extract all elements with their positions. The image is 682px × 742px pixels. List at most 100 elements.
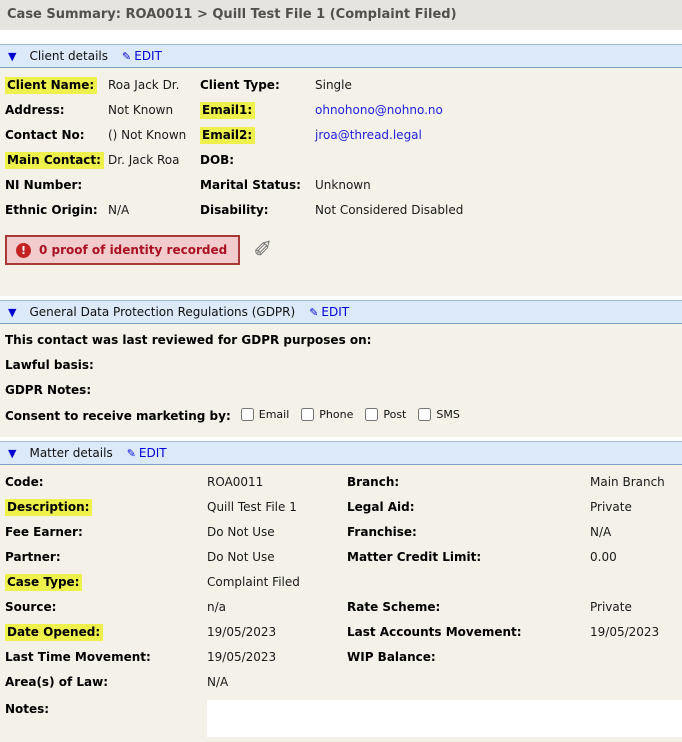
email-link[interactable]: jroa@thread.legal	[315, 128, 422, 142]
field-value: 19/05/2023	[207, 649, 277, 664]
detail-row: Main Contact: Dr. Jack Roa DOB:	[5, 147, 682, 172]
field-label: Matter Credit Limit:	[347, 549, 482, 564]
field-label: Code:	[5, 474, 44, 489]
client-details-section: ▼ Client details ✎ EDIT Client Name: Roa …	[0, 44, 682, 296]
detail-row: Fee Earner: Do Not Use Franchise: N/A	[5, 519, 682, 544]
detail-row: Date Opened: 19/05/2023 Last Accounts Move…	[5, 619, 682, 644]
client-edit-link[interactable]: ✎ EDIT	[122, 49, 162, 63]
matter-details-body: Code: ROA0011 Branch: Main Branch Descriptio…	[0, 465, 682, 742]
field-value: N/A	[207, 674, 229, 689]
edit-pencil-icon: ✎	[309, 305, 319, 319]
edit-label: EDIT	[134, 49, 162, 63]
field-label: WIP Balance:	[347, 649, 436, 664]
consent-option-post: Post	[365, 407, 407, 421]
gdpr-edit-link[interactable]: ✎ EDIT	[309, 305, 349, 319]
consent-checkbox-post[interactable]	[365, 407, 379, 421]
page-title-text: Case Summary: ROA0011 > Quill Test File …	[7, 7, 457, 22]
identity-edit-pencil-icon[interactable]: ✐	[253, 238, 272, 262]
detail-row: Contact No: () Not Known Email2: jroa@threa…	[5, 122, 682, 147]
collapse-triangle-icon[interactable]: ▼	[8, 448, 16, 459]
field-value: 19/05/2023	[590, 624, 660, 639]
identity-warning-badge[interactable]: ! 0 proof of identity recorded	[5, 235, 241, 265]
consent-option-label: Post	[383, 407, 407, 421]
detail-row: Partner: Do Not Use Matter Credit Limit: 0.…	[5, 544, 682, 569]
section-title: Client details	[29, 49, 109, 63]
case-summary-page: Case Summary: ROA0011 > Quill Test File …	[0, 0, 682, 742]
field-label: Client Name:	[5, 76, 108, 94]
detail-row: Address: Not Known Email1: ohnohono@nohno.n…	[5, 97, 682, 122]
field-label: Contact No:	[5, 127, 85, 142]
field-label: Main Contact:	[5, 151, 108, 169]
field-label: Email2:	[200, 126, 315, 144]
consent-label: Consent to receive marketing by:	[5, 408, 231, 423]
field-value: N/A	[590, 524, 612, 539]
highlighted-label: Main Contact:	[5, 151, 104, 169]
field-label: Franchise:	[347, 524, 417, 539]
detail-row: Ethnic Origin: N/A Disability: Not Consider…	[5, 197, 682, 222]
field-label: Marital Status:	[200, 177, 301, 192]
field-label: Ethnic Origin:	[5, 202, 98, 217]
spacer	[0, 30, 682, 44]
edit-pencil-icon: ✎	[126, 446, 136, 460]
email-link[interactable]: ohnohono@nohno.no	[315, 103, 443, 117]
field-value: ohnohono@nohno.no	[315, 103, 682, 117]
section-title: Matter details	[29, 446, 113, 460]
detail-row: Area(s) of Law: N/A	[5, 669, 682, 694]
gdpr-lawful-basis-label: Lawful basis:	[5, 358, 94, 372]
field-value: Private	[590, 599, 632, 614]
field-value: Quill Test File 1	[207, 499, 297, 514]
detail-row: Description: Quill Test File 1 Legal Aid: P…	[5, 494, 682, 519]
page-title: Case Summary: ROA0011 > Quill Test File …	[0, 0, 682, 30]
highlighted-label: Client Name:	[5, 76, 98, 94]
field-label: Address:	[5, 102, 65, 117]
field-label: DOB:	[200, 152, 235, 167]
field-value: Single	[315, 77, 352, 92]
section-title: General Data Protection Regulations (GDP…	[29, 305, 296, 319]
field-value: Do Not Use	[207, 524, 275, 539]
consent-options: Email Phone Post SMS	[231, 407, 460, 424]
field-value: jroa@thread.legal	[315, 128, 682, 142]
matter-details-grid: Code: ROA0011 Branch: Main Branch Descriptio…	[5, 469, 682, 694]
highlighted-label: Date Opened:	[5, 623, 104, 641]
detail-row: Code: ROA0011 Branch: Main Branch	[5, 469, 682, 494]
client-details-grid: Client Name: Roa Jack Dr. Client Type: Sing…	[5, 72, 682, 222]
detail-row: Last Time Movement: 19/05/2023 WIP Balance…	[5, 644, 682, 669]
client-details-body: Client Name: Roa Jack Dr. Client Type: Sing…	[0, 68, 682, 296]
collapse-triangle-icon[interactable]: ▼	[8, 51, 16, 62]
notes-label: Notes:	[5, 702, 50, 716]
identity-warning-row: ! 0 proof of identity recorded ✐	[5, 235, 682, 265]
notes-field	[207, 700, 682, 737]
edit-label: EDIT	[138, 446, 167, 460]
highlighted-label: Email1:	[200, 101, 256, 119]
consent-checkbox-phone[interactable]	[301, 407, 315, 421]
detail-row: NI Number: Marital Status: Unknown	[5, 172, 682, 197]
field-label: Last Accounts Movement:	[347, 624, 522, 639]
field-value: Main Branch	[590, 474, 665, 489]
warning-icon: !	[16, 242, 31, 258]
field-label: Disability:	[200, 202, 269, 217]
edit-pencil-icon: ✎	[122, 49, 132, 63]
field-value: 19/05/2023	[207, 624, 277, 639]
consent-option-label: Phone	[319, 407, 354, 421]
field-value: Private	[590, 499, 632, 514]
gdpr-header: ▼ General Data Protection Regulations (G…	[0, 300, 682, 324]
matter-details-header: ▼ Matter details ✎ EDIT	[0, 441, 682, 465]
consent-checkbox-sms[interactable]	[418, 407, 432, 421]
gdpr-body: This contact was last reviewed for GDPR …	[0, 324, 682, 437]
consent-option-label: SMS	[436, 407, 460, 421]
field-value: Do Not Use	[207, 549, 275, 564]
field-label: Partner:	[5, 549, 61, 564]
consent-checkbox-email[interactable]	[240, 407, 254, 421]
highlighted-label: Case Type:	[5, 573, 83, 591]
field-value: Unknown	[315, 177, 371, 192]
field-value: ROA0011	[207, 474, 264, 489]
highlighted-label: Email2:	[200, 126, 256, 144]
field-value: N/A	[108, 202, 130, 217]
consent-option-email: Email	[240, 407, 289, 421]
collapse-triangle-icon[interactable]: ▼	[8, 307, 16, 318]
gdpr-section: ▼ General Data Protection Regulations (G…	[0, 300, 682, 437]
matter-edit-link[interactable]: ✎ EDIT	[127, 446, 167, 460]
field-label: Rate Scheme:	[347, 599, 441, 614]
field-label: Area(s) of Law:	[5, 674, 109, 689]
field-label: Date Opened:	[5, 623, 207, 641]
